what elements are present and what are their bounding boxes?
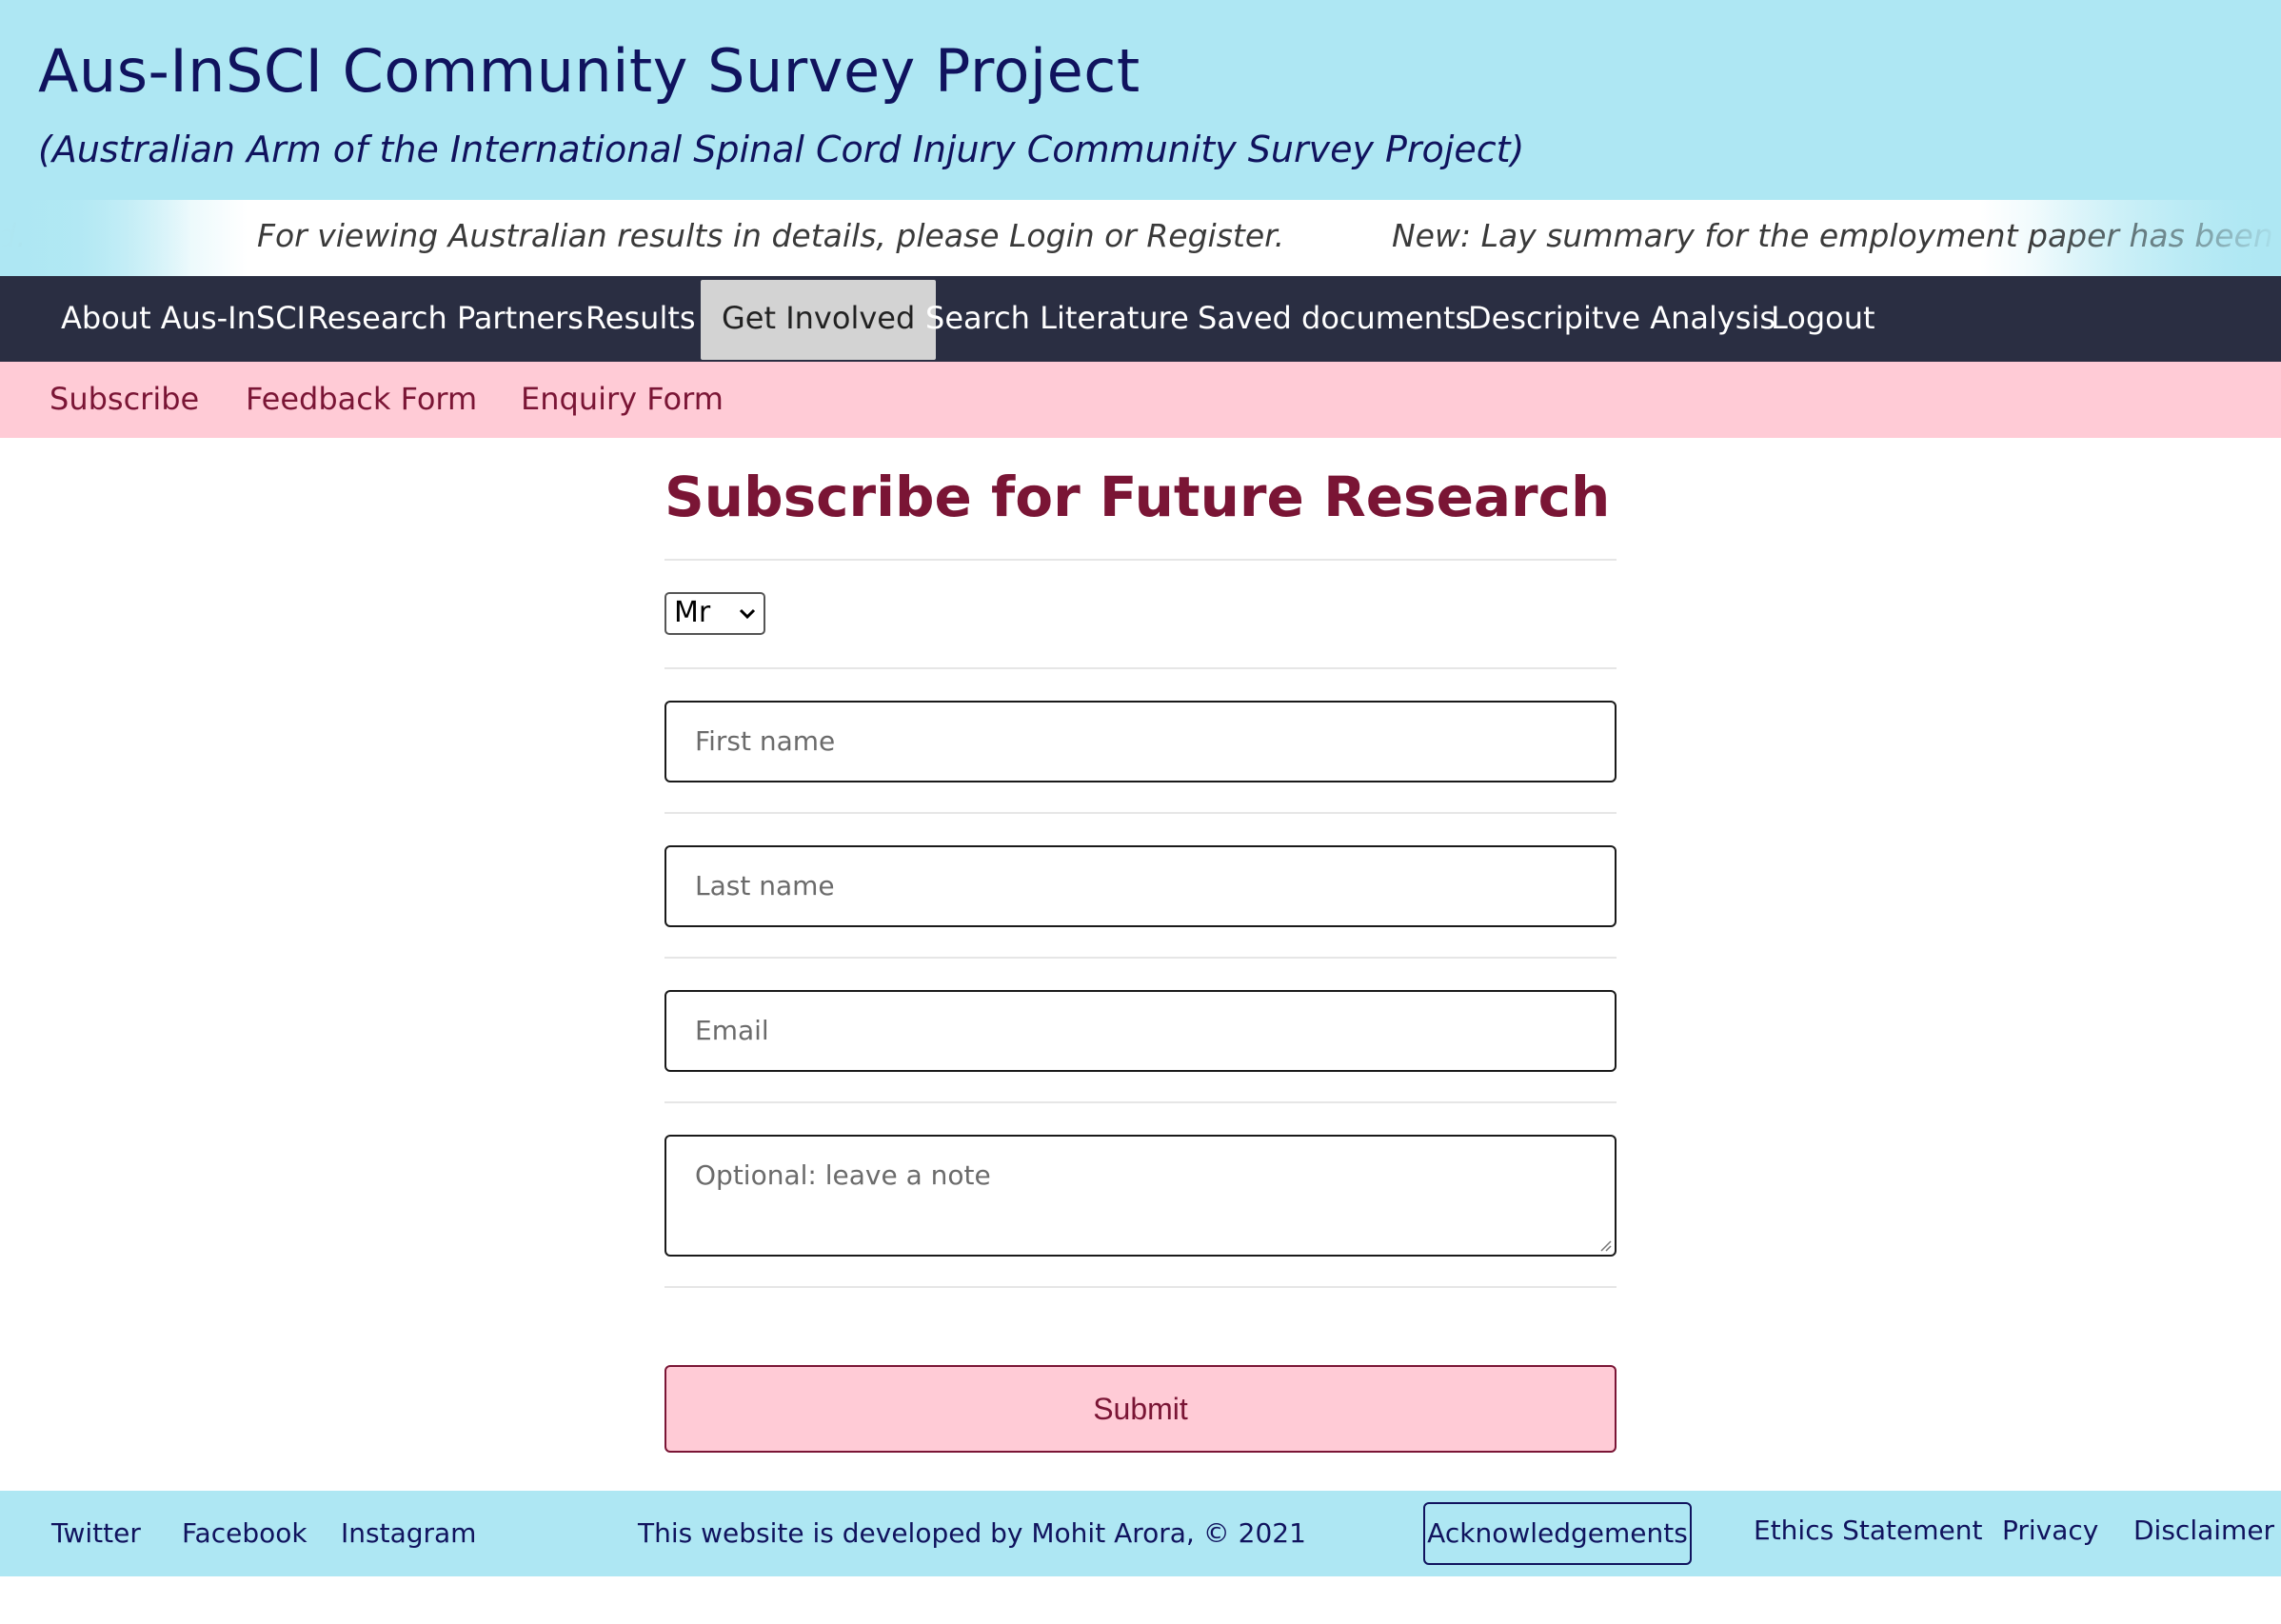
footer-ethics-link[interactable]: Ethics Statement — [1754, 1488, 1982, 1574]
note-placeholder: Optional: leave a note — [695, 1159, 991, 1191]
form-divider — [664, 812, 1617, 814]
nav-results[interactable]: Results — [585, 276, 696, 362]
footer-acknowledgements-button[interactable]: Acknowledgements — [1423, 1502, 1692, 1565]
nav-about[interactable]: About Aus-InSCI — [61, 276, 306, 362]
nav-research-partners[interactable]: Research Partners — [307, 276, 584, 362]
email-field[interactable]: Email — [664, 990, 1617, 1072]
subnav-subscribe[interactable]: Subscribe — [50, 362, 199, 438]
footer-facebook-link[interactable]: Facebook — [182, 1491, 307, 1576]
form-divider — [664, 667, 1617, 669]
announcement-marquee: d. For viewing Australian results in det… — [0, 200, 2281, 276]
site-footer: Twitter Facebook Instagram This website … — [0, 1491, 2281, 1576]
marquee-fade-right — [2033, 200, 2281, 276]
site-header: Aus-InSCI Community Survey Project (Aust… — [0, 0, 2281, 200]
footer-disclaimer-link[interactable]: Disclaimer — [2133, 1488, 2274, 1574]
subnav-feedback-form[interactable]: Feedback Form — [246, 362, 477, 438]
footer-privacy-link[interactable]: Privacy — [2002, 1488, 2098, 1574]
form-divider — [664, 1286, 1617, 1288]
title-select[interactable]: Mr — [664, 592, 765, 635]
form-divider — [664, 1101, 1617, 1103]
nav-descriptive-analysis[interactable]: Descripitve Analysis — [1468, 276, 1775, 362]
submit-button[interactable]: Submit — [664, 1365, 1617, 1453]
footer-twitter-link[interactable]: Twitter — [51, 1491, 141, 1576]
last-name-field[interactable]: Last name — [664, 845, 1617, 927]
nav-saved-documents[interactable]: Saved documents — [1198, 276, 1471, 362]
title-select-value: Mr — [674, 596, 711, 629]
site-title: Aus-InSCI Community Survey Project — [38, 36, 1140, 106]
sub-nav: Subscribe Feedback Form Enquiry Form — [0, 362, 2281, 438]
first-name-field[interactable]: First name — [664, 701, 1617, 782]
email-placeholder: Email — [695, 1015, 769, 1046]
nav-get-involved[interactable]: Get Involved — [701, 280, 937, 360]
last-name-placeholder: Last name — [695, 870, 835, 901]
main-nav: About Aus-InSCI Research Partners Result… — [0, 276, 2281, 362]
footer-credit: This website is developed by Mohit Arora… — [638, 1517, 1306, 1549]
nav-search-literature[interactable]: Search Literature — [925, 276, 1189, 362]
nav-logout[interactable]: Logout — [1771, 276, 1875, 362]
site-subtitle: (Australian Arm of the International Spi… — [38, 129, 1525, 170]
resize-grip-icon[interactable] — [1598, 1238, 1612, 1252]
footer-instagram-link[interactable]: Instagram — [341, 1491, 476, 1576]
form-heading: Subscribe for Future Research — [664, 465, 1611, 529]
subnav-enquiry-form[interactable]: Enquiry Form — [521, 362, 724, 438]
first-name-placeholder: First name — [695, 725, 836, 757]
marquee-fade-left — [0, 200, 190, 276]
chevron-down-icon — [739, 608, 756, 620]
form-divider — [664, 559, 1617, 561]
form-divider — [664, 957, 1617, 959]
note-textarea[interactable]: Optional: leave a note — [664, 1135, 1617, 1257]
marquee-login-message[interactable]: For viewing Australian results in detail… — [257, 217, 1284, 254]
